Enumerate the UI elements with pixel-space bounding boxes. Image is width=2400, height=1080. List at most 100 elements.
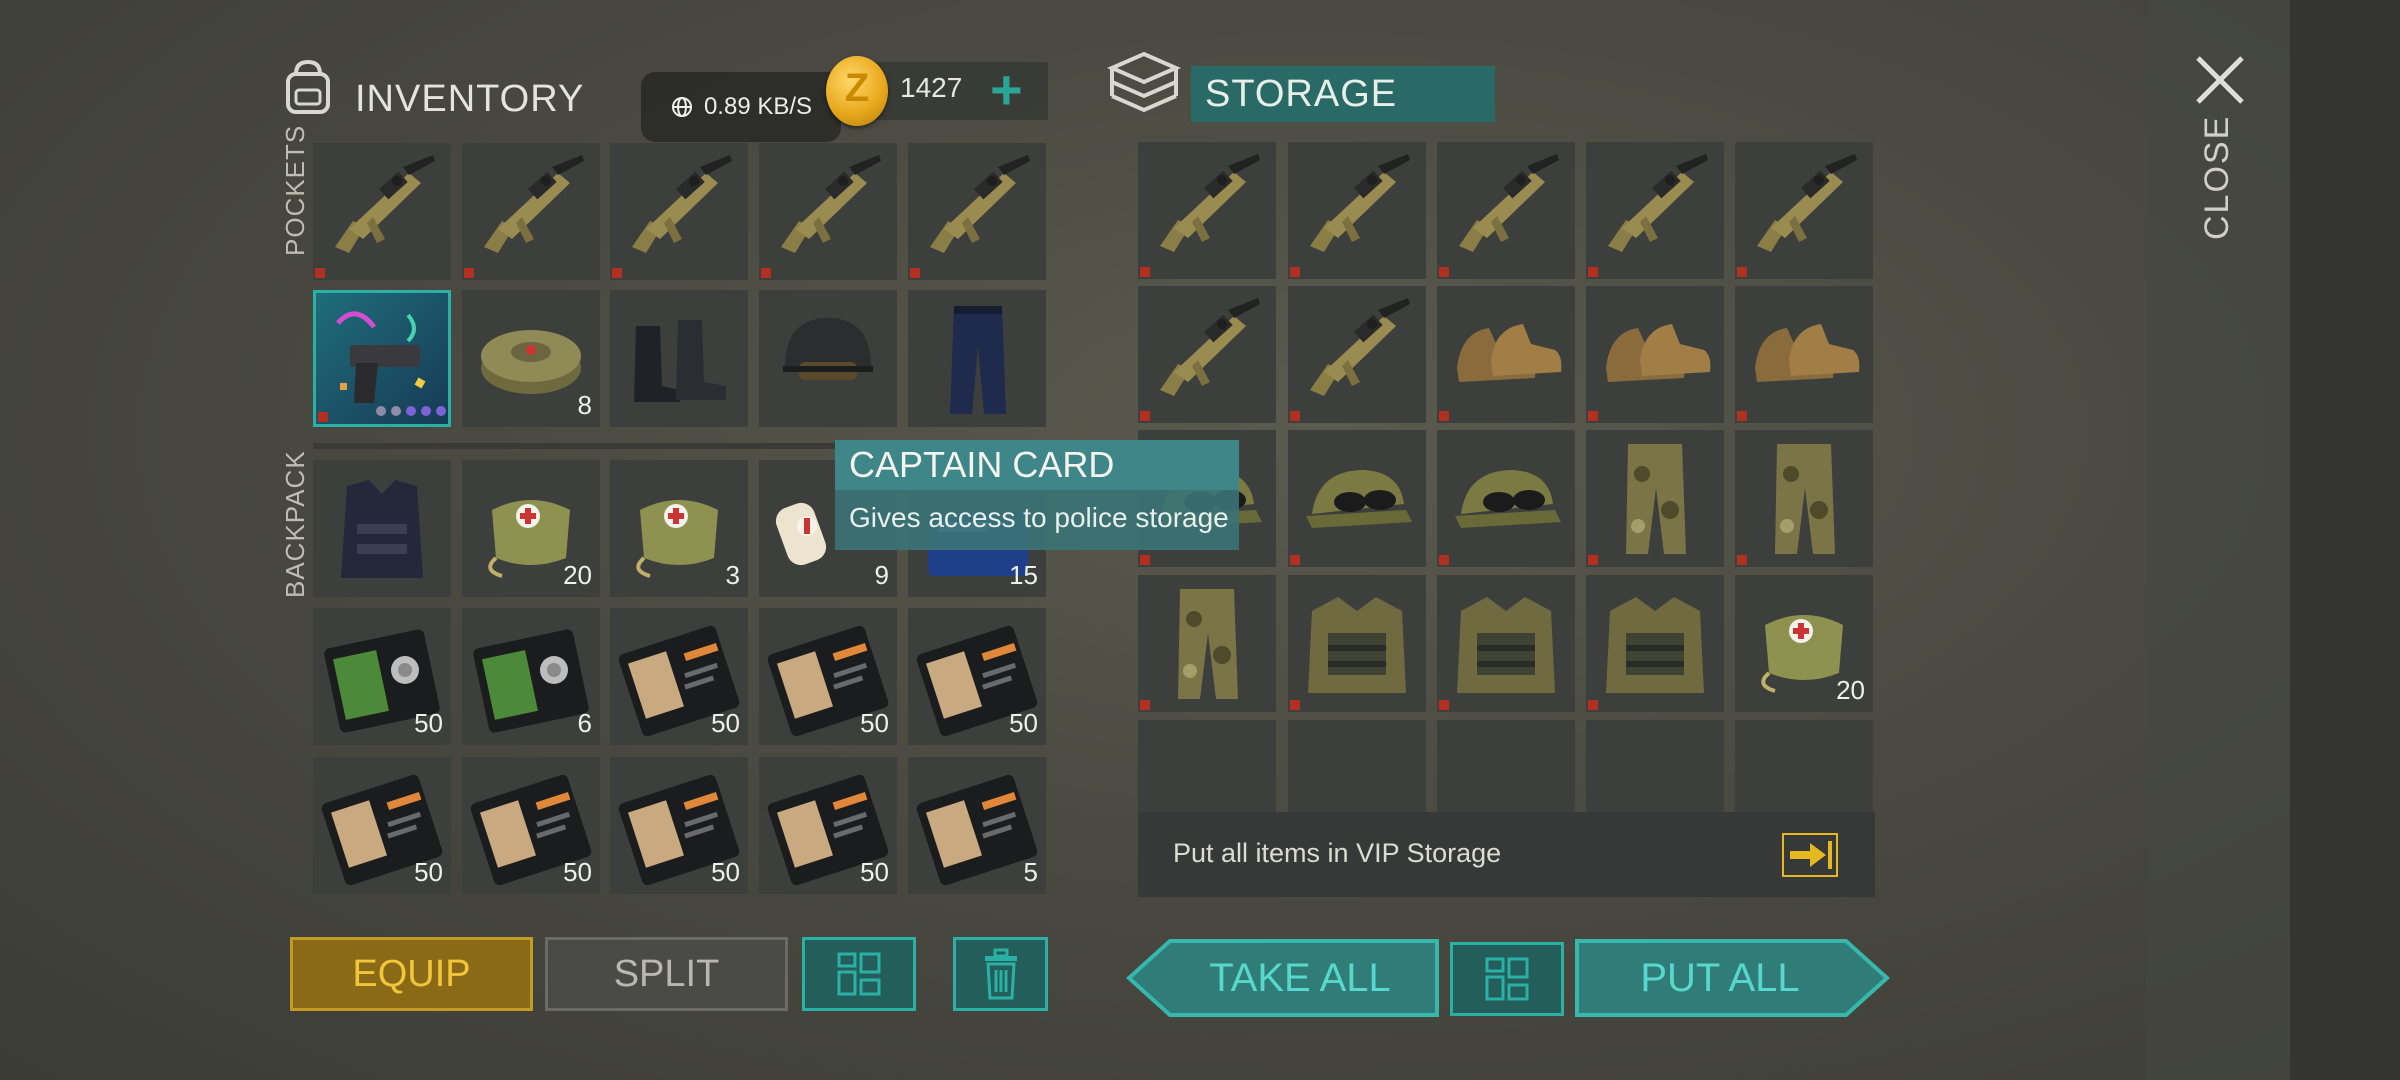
inventory.pockets-slot[interactable] — [759, 143, 897, 280]
close-label[interactable]: CLOSE — [2198, 115, 2237, 240]
vip-transfer-button[interactable] — [1782, 833, 1838, 877]
durability-badge — [910, 268, 920, 278]
inventory.backpack-slot[interactable]: 50 — [908, 608, 1046, 745]
rifle-icon — [335, 155, 435, 253]
item-count: 50 — [414, 708, 443, 738]
dot — [421, 406, 431, 416]
storage.slots-slot[interactable] — [1437, 575, 1575, 712]
item-count: 5 — [1023, 857, 1038, 887]
durability-badge — [1140, 700, 1150, 710]
inventory.backpack-slot[interactable]: 50 — [759, 757, 897, 894]
durability-badge — [1290, 411, 1300, 421]
storage.slots-slot[interactable] — [1437, 430, 1575, 567]
inventory.backpack-slot[interactable]: 5 — [908, 757, 1046, 894]
shoes-icon — [1606, 324, 1711, 382]
vest-icon — [341, 480, 423, 578]
shoes-icon — [1457, 324, 1562, 382]
inventory.backpack-slot[interactable]: 50 — [313, 757, 451, 894]
item-count: 8 — [577, 390, 592, 420]
storage.slots-slot[interactable] — [1437, 142, 1575, 279]
durability-badge — [612, 268, 622, 278]
inventory.backpack-slot[interactable]: 3 — [610, 460, 748, 597]
tooltip-description: Gives access to police storage — [835, 490, 1239, 550]
storage.slots-slot[interactable] — [1586, 286, 1724, 423]
durability-badge — [1439, 700, 1449, 710]
durability-badge — [1140, 411, 1150, 421]
cap-icon — [1455, 470, 1561, 528]
inventory.pockets-slot[interactable] — [908, 290, 1046, 427]
inventory.pockets-slot[interactable] — [462, 143, 600, 280]
storage.slots-slot[interactable] — [1288, 142, 1426, 279]
durability-badge — [1439, 267, 1449, 277]
inventory-sort-button[interactable] — [802, 937, 916, 1011]
durability-badge — [1439, 411, 1449, 421]
inventory.backpack-slot[interactable]: 50 — [759, 608, 897, 745]
rifle-icon — [484, 155, 584, 253]
storage.slots-slot[interactable] — [1437, 286, 1575, 423]
durability-badge — [318, 412, 328, 422]
storage-sort-button[interactable] — [1450, 942, 1564, 1016]
equip-button[interactable]: EQUIP — [290, 937, 533, 1011]
take-all-button[interactable] — [1126, 938, 1440, 1018]
rifle-icon — [930, 155, 1030, 253]
inventory.backpack-slot[interactable]: 20 — [462, 460, 600, 597]
storage.slots-slot[interactable] — [1586, 430, 1724, 567]
grid-sort-icon — [1485, 957, 1529, 1001]
rifle-icon — [632, 155, 732, 253]
inventory.pockets-slot[interactable] — [610, 143, 748, 280]
network-speed: 0.89 KB/S — [641, 72, 841, 142]
durability-badge — [1588, 267, 1598, 277]
inventory.backpack-slot[interactable]: 50 — [313, 608, 451, 745]
inventory.pockets-slot[interactable]: 8 — [462, 290, 600, 427]
durability-badge — [1290, 555, 1300, 565]
inventory.backpack-slot[interactable]: 6 — [462, 608, 600, 745]
inventory.pockets-slot[interactable] — [759, 290, 897, 427]
rifle-icon — [1310, 298, 1410, 396]
camo-vest-icon — [1606, 597, 1704, 693]
screen-edge — [2290, 0, 2400, 1080]
rifle-icon — [1757, 154, 1857, 252]
currency-amount: 1427 — [900, 72, 963, 103]
durability-badge — [1737, 267, 1747, 277]
storage.slots-slot[interactable] — [1586, 142, 1724, 279]
item-count: 15 — [1009, 560, 1038, 590]
inventory.backpack-slot[interactable]: 50 — [462, 757, 600, 894]
item-tooltip: CAPTAIN CARD Gives access to police stor… — [835, 440, 1239, 552]
storage.slots-slot[interactable] — [1138, 575, 1276, 712]
durability-badge — [1588, 700, 1598, 710]
inventory.pockets-slot[interactable] — [908, 143, 1046, 280]
close-icon[interactable] — [2192, 52, 2248, 108]
split-button[interactable]: SPLIT — [545, 937, 788, 1011]
inventory.pockets-slot[interactable] — [313, 143, 451, 280]
storage.slots-slot[interactable] — [1288, 430, 1426, 567]
camo-vest-icon — [1457, 597, 1555, 693]
inventory.backpack-slot[interactable]: 50 — [610, 757, 748, 894]
inventory.pockets-slot[interactable] — [313, 290, 451, 427]
storage.slots-slot[interactable] — [1735, 430, 1873, 567]
camo-pants-icon — [1178, 589, 1238, 699]
item-count: 9 — [874, 560, 889, 590]
vip-storage-text: Put all items in VIP Storage — [1173, 838, 1502, 868]
trash-button[interactable] — [953, 937, 1048, 1011]
grid-sort-icon — [837, 952, 881, 996]
add-currency-button[interactable]: + — [990, 62, 1023, 118]
storage.slots-slot[interactable] — [1138, 286, 1276, 423]
storage.slots-slot[interactable] — [1586, 575, 1724, 712]
rifle-icon — [781, 155, 881, 253]
inventory.backpack-slot[interactable]: 50 — [610, 608, 748, 745]
durability-badge — [1290, 700, 1300, 710]
put-all-button[interactable] — [1574, 938, 1890, 1018]
durability-badge — [1140, 267, 1150, 277]
storage.slots-slot[interactable] — [1288, 575, 1426, 712]
inventory.pockets-slot[interactable] — [610, 290, 748, 427]
storage.slots-slot[interactable]: 20 — [1735, 575, 1873, 712]
storage.slots-slot[interactable] — [1735, 142, 1873, 279]
storage.slots-slot[interactable] — [1288, 286, 1426, 423]
item-count: 20 — [1836, 675, 1865, 705]
rarity-dots — [376, 406, 446, 416]
storage.slots-slot[interactable] — [1138, 142, 1276, 279]
backpack-icon — [286, 59, 330, 114]
storage.slots-slot[interactable] — [1735, 286, 1873, 423]
inventory.backpack-slot[interactable] — [313, 460, 451, 597]
item-count: 3 — [725, 560, 740, 590]
